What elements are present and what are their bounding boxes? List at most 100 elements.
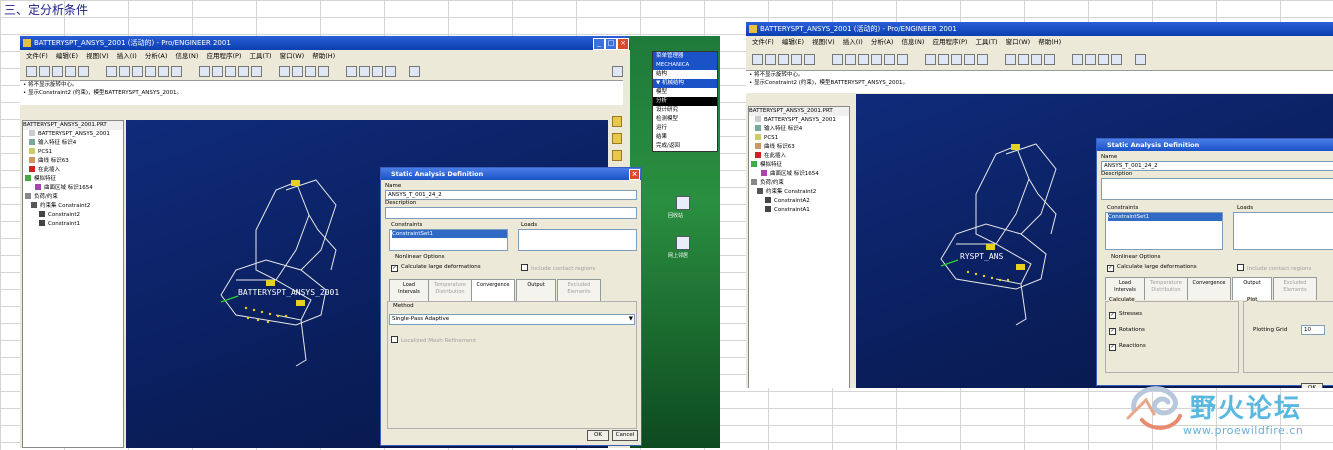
email-icon[interactable] bbox=[804, 54, 815, 65]
menu-file[interactable]: 文件(F) bbox=[26, 52, 48, 60]
zoom-in-icon[interactable] bbox=[845, 54, 856, 65]
large-deformations-checkbox[interactable]: ✓ Calculate large deformations bbox=[391, 264, 481, 272]
datum-planes-icon[interactable] bbox=[1005, 54, 1016, 65]
menu-insert[interactable]: 插入(I) bbox=[117, 52, 137, 60]
regen-icon[interactable] bbox=[385, 66, 396, 77]
large-deformations-checkbox[interactable]: ✓ Calculate large deformations bbox=[1107, 264, 1197, 272]
menu-view[interactable]: 视图(V) bbox=[86, 52, 109, 60]
checkbox[interactable] bbox=[391, 336, 398, 343]
tree-item[interactable]: 在此插入 bbox=[749, 152, 849, 161]
ok-button[interactable]: OK bbox=[1301, 383, 1323, 388]
menu-item-analysis[interactable]: 分析 bbox=[653, 97, 717, 106]
menu-item[interactable]: 结构 bbox=[653, 70, 717, 79]
datum-planes-icon[interactable] bbox=[279, 66, 290, 77]
side-tool-icon[interactable] bbox=[612, 150, 622, 161]
checkbox-checked[interactable]: ✓ bbox=[1109, 312, 1116, 319]
shading-icon[interactable] bbox=[238, 66, 249, 77]
regen-icon[interactable] bbox=[1111, 54, 1122, 65]
tab-excluded-elements[interactable]: Excluded Elements bbox=[557, 279, 601, 302]
menu-applications[interactable]: 应用程序(P) bbox=[206, 52, 241, 60]
menu-analysis[interactable]: 分析(A) bbox=[871, 38, 894, 46]
wireframe-icon[interactable] bbox=[925, 54, 936, 65]
menu-item[interactable]: 完成/返回 bbox=[653, 142, 717, 151]
tree-item[interactable]: ConstraintA2 bbox=[749, 197, 849, 206]
no-hidden-icon[interactable] bbox=[951, 54, 962, 65]
constraint-set-item[interactable]: ConstraintSet1 bbox=[392, 230, 507, 238]
loads-list[interactable] bbox=[518, 229, 637, 251]
constraints-list[interactable]: ConstraintSet1 bbox=[389, 229, 508, 251]
tree-item[interactable]: 约束集 Constraint2 bbox=[23, 202, 123, 211]
saved-views-icon[interactable] bbox=[897, 54, 908, 65]
repaint-icon[interactable] bbox=[832, 54, 843, 65]
name-field[interactable]: ANSYS_T_001_24_2 bbox=[1101, 161, 1333, 171]
print-icon[interactable] bbox=[65, 66, 76, 77]
datum-points-icon[interactable] bbox=[1031, 54, 1042, 65]
ok-button[interactable]: OK bbox=[587, 430, 609, 441]
menu-tools[interactable]: 工具(T) bbox=[976, 38, 998, 46]
menu-item[interactable]: 模型 bbox=[653, 88, 717, 97]
menu-item[interactable]: MECHANICA bbox=[653, 61, 717, 70]
datum-axes-icon[interactable] bbox=[292, 66, 303, 77]
tree-item[interactable]: 曲线 标识63 bbox=[749, 143, 849, 152]
menu-file[interactable]: 文件(F) bbox=[752, 38, 774, 46]
zoom-in-icon[interactable] bbox=[119, 66, 130, 77]
checkbox-checked[interactable]: ✓ bbox=[1109, 344, 1116, 351]
menu-item[interactable]: ▼ 机械结构 bbox=[653, 79, 717, 88]
menu-tools[interactable]: 工具(T) bbox=[250, 52, 272, 60]
refit-icon[interactable] bbox=[871, 54, 882, 65]
open-icon[interactable] bbox=[765, 54, 776, 65]
no-hidden-icon[interactable] bbox=[225, 66, 236, 77]
side-tool-icon[interactable] bbox=[612, 133, 622, 144]
menu-item[interactable]: 运行 bbox=[653, 124, 717, 133]
filter-icon[interactable] bbox=[1098, 54, 1109, 65]
plotting-grid-field[interactable]: 10 bbox=[1301, 325, 1325, 335]
tab-temperature-distribution[interactable]: Temperature Distribution bbox=[1144, 277, 1188, 300]
tree-item[interactable]: PCS1 bbox=[23, 148, 123, 157]
help-icon[interactable] bbox=[409, 66, 420, 77]
menu-help[interactable]: 帮助(H) bbox=[1038, 38, 1061, 46]
desktop-icon[interactable] bbox=[676, 196, 690, 210]
tree-item[interactable]: 模拟特征 bbox=[749, 161, 849, 170]
zoom-out-icon[interactable] bbox=[132, 66, 143, 77]
email-icon[interactable] bbox=[78, 66, 89, 77]
tab-temperature-distribution[interactable]: Temperature Distribution bbox=[428, 279, 472, 302]
menu-insert[interactable]: 插入(I) bbox=[843, 38, 863, 46]
tab-convergence[interactable]: Convergence bbox=[471, 279, 515, 302]
menu-edit[interactable]: 编辑(E) bbox=[782, 38, 804, 46]
coord-sys-icon[interactable] bbox=[318, 66, 329, 77]
refit-icon[interactable] bbox=[145, 66, 156, 77]
query-icon[interactable] bbox=[1085, 54, 1096, 65]
checkbox-checked[interactable]: ✓ bbox=[1107, 265, 1114, 272]
tree-item[interactable]: 曲面区域 标识1654 bbox=[749, 170, 849, 179]
tree-item[interactable]: Constraint2 bbox=[23, 211, 123, 220]
contact-regions-checkbox[interactable]: Include contact regions bbox=[521, 264, 595, 272]
desktop-icon[interactable] bbox=[676, 236, 690, 250]
menu-info[interactable]: 信息(N) bbox=[901, 38, 924, 46]
model-tree-icon[interactable] bbox=[977, 54, 988, 65]
datum-points-icon[interactable] bbox=[305, 66, 316, 77]
save-icon[interactable] bbox=[52, 66, 63, 77]
description-field[interactable] bbox=[1101, 178, 1333, 200]
tree-item[interactable]: 曲线 标识63 bbox=[23, 157, 123, 166]
checkbox[interactable] bbox=[1237, 264, 1244, 271]
tree-item[interactable]: PCS1 bbox=[749, 134, 849, 143]
hidden-line-icon[interactable] bbox=[938, 54, 949, 65]
dialog-close-button[interactable]: × bbox=[629, 169, 640, 180]
tree-item[interactable]: 模拟特征 bbox=[23, 175, 123, 184]
print-icon[interactable] bbox=[791, 54, 802, 65]
zoom-out-icon[interactable] bbox=[858, 54, 869, 65]
save-icon[interactable] bbox=[778, 54, 789, 65]
close-button[interactable]: × bbox=[617, 38, 629, 50]
menu-edit[interactable]: 编辑(E) bbox=[56, 52, 78, 60]
tree-item[interactable]: 输入特征 标识4 bbox=[23, 139, 123, 148]
method-select[interactable]: Single-Pass Adaptive ▼ bbox=[389, 314, 635, 325]
name-field[interactable]: ANSYS_T_001_24_2 bbox=[385, 190, 637, 200]
description-field[interactable] bbox=[385, 207, 637, 219]
tree-item[interactable]: ConstraintA1 bbox=[749, 206, 849, 215]
cancel-button[interactable]: Cancel bbox=[612, 430, 638, 441]
constraints-list[interactable]: ConstraintSet1 bbox=[1105, 212, 1223, 250]
tree-item[interactable]: 负荷/约束 bbox=[749, 179, 849, 188]
tree-item[interactable]: 曲面区域 标识1654 bbox=[23, 184, 123, 193]
coord-sys-icon[interactable] bbox=[1044, 54, 1055, 65]
tree-item[interactable]: BATTERYSPT_ANSYS_2001.PRT bbox=[23, 121, 123, 130]
